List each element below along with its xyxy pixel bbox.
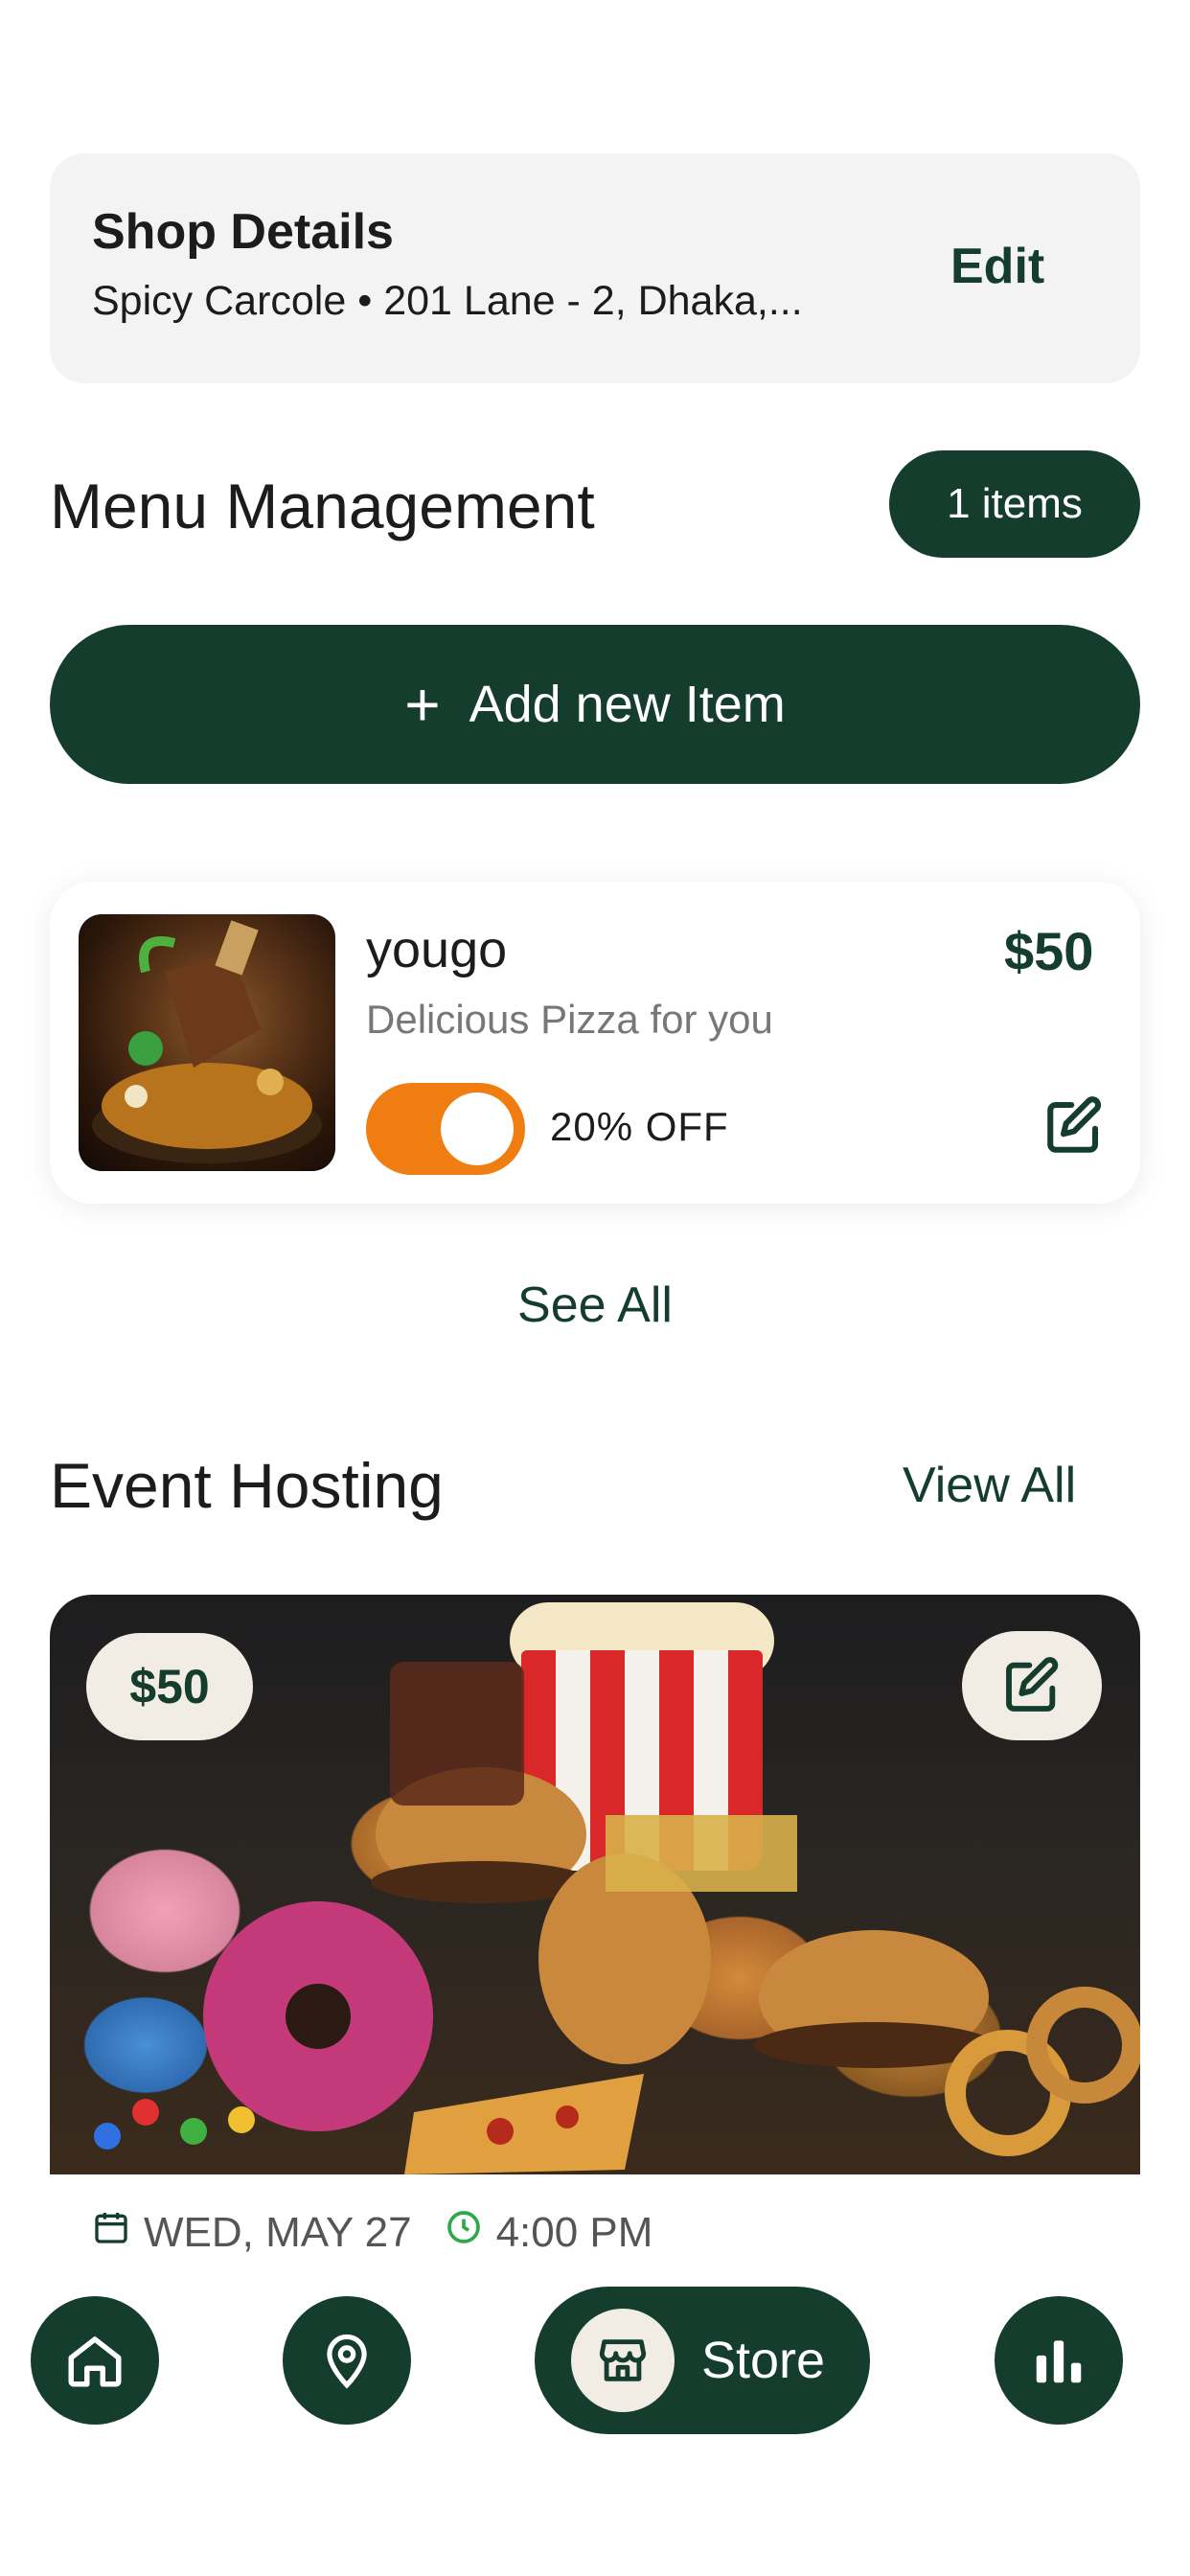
edit-icon	[1006, 1657, 1059, 1712]
event-time: 4:00 PM	[495, 2208, 653, 2256]
nav-store-button[interactable]: Store	[535, 2287, 870, 2434]
event-date: WED, MAY 27	[144, 2208, 412, 2256]
event-meta: WED, MAY 27 4:00 PM	[92, 2208, 652, 2257]
calendar-icon	[92, 2208, 130, 2257]
shop-edit-button[interactable]: Edit	[950, 238, 1044, 295]
store-icon	[599, 2339, 647, 2381]
chart-icon	[1036, 2340, 1082, 2383]
menu-item-image	[79, 914, 335, 1171]
location-icon	[327, 2334, 367, 2389]
menu-item-price: $50	[1004, 921, 1094, 981]
shop-details-subtitle: Spicy Carcole • 201 Lane - 2, Dhaka,...	[92, 278, 803, 324]
see-all-link[interactable]: See All	[0, 1276, 1190, 1334]
menu-management-title: Menu Management	[50, 471, 595, 541]
menu-item-name: yougo	[366, 921, 508, 978]
home-icon	[68, 2336, 122, 2387]
nav-home-button[interactable]	[31, 2296, 159, 2425]
toggle-knob	[441, 1092, 514, 1165]
shop-details-title: Shop Details	[92, 204, 394, 260]
clock-icon	[445, 2208, 483, 2257]
nav-location-button[interactable]	[283, 2296, 411, 2425]
shop-details-card: Shop Details Spicy Carcole • 201 Lane - …	[50, 153, 1140, 383]
nav-store-label: Store	[701, 2332, 826, 2389]
items-count-badge: 1 items	[889, 450, 1140, 558]
view-all-events-link[interactable]: View All	[903, 1457, 1076, 1514]
add-new-item-button[interactable]: + Add new Item	[50, 625, 1140, 784]
menu-item-description: Delicious Pizza for you	[366, 997, 773, 1042]
event-hosting-title: Event Hosting	[50, 1450, 444, 1521]
store-icon-wrap	[571, 2309, 675, 2412]
nav-analytics-button[interactable]	[995, 2296, 1123, 2425]
edit-item-icon[interactable]	[1042, 1094, 1106, 1158]
add-new-item-label: Add new Item	[469, 676, 786, 733]
plus-icon: +	[404, 670, 441, 739]
menu-item-availability-toggle[interactable]	[366, 1083, 525, 1175]
event-card[interactable]: $50 WED, MAY 27 4:00 PM	[50, 1595, 1140, 2323]
menu-item-discount: 20% OFF	[550, 1104, 729, 1149]
edit-event-button[interactable]	[962, 1631, 1102, 1740]
event-price-badge: $50	[86, 1633, 253, 1740]
menu-item-card[interactable]: yougo $50 Delicious Pizza for you 20% OF…	[50, 882, 1140, 1204]
